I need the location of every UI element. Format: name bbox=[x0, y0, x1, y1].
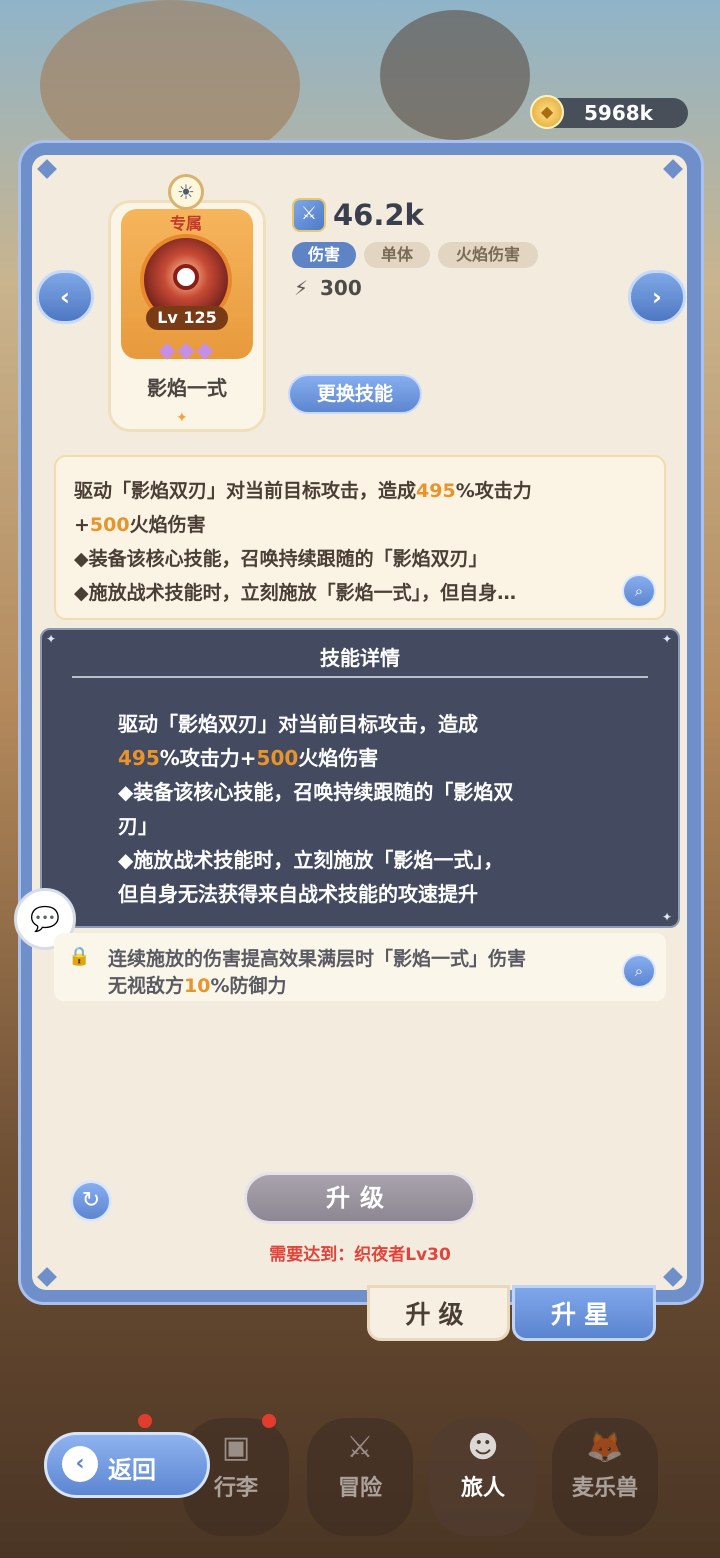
passive-text: %防御力 bbox=[210, 975, 287, 997]
description-line-3: ◆装备该核心技能，召唤持续跟随的「影焰双刃」 bbox=[74, 548, 488, 570]
tooltip-line-4: 刃」 bbox=[118, 814, 158, 838]
zoom-icon[interactable]: ⌕ bbox=[622, 954, 656, 988]
next-skill-button[interactable]: › bbox=[628, 270, 686, 324]
description-line-4: ◆施放战术技能时，立刻施放「影焰一式」，但自身… bbox=[74, 582, 517, 604]
tag-damage: 伤害 bbox=[292, 242, 356, 268]
passive-value: 10 bbox=[184, 975, 211, 997]
tooltip-line-1: 驱动「影焰双刃」对当前目标攻击，造成 bbox=[118, 712, 478, 736]
tooltip-title: 技能详情 bbox=[320, 646, 400, 670]
tab-star-up[interactable]: 升星 bbox=[512, 1285, 656, 1341]
tooltip-line-6: 但自身无法获得来自战术技能的攻速提升 bbox=[118, 882, 478, 906]
change-skill-button[interactable]: 更换技能 bbox=[288, 374, 422, 414]
zoom-icon[interactable]: ⌕ bbox=[622, 574, 656, 608]
tooltip-corner-icon: ✦ bbox=[662, 910, 673, 924]
description-value: 495 bbox=[416, 480, 456, 502]
description-text: %攻击力 bbox=[455, 480, 532, 502]
sword-shield-icon: ⚔ bbox=[292, 198, 326, 232]
reset-icon[interactable]: ↻ bbox=[70, 1180, 112, 1222]
tooltip-value: 500 bbox=[256, 746, 299, 770]
description-line-2: +500火焰伤害 bbox=[74, 510, 206, 537]
tab-upgrade[interactable]: 升级 bbox=[367, 1285, 510, 1341]
currency-display: ◆ 5968k bbox=[530, 95, 688, 129]
traveler-portrait-icon: ☻ bbox=[467, 1430, 499, 1465]
tag-fire-damage: 火焰伤害 bbox=[438, 242, 538, 268]
upgrade-requirement: 需要达到：织夜者Lv30 bbox=[269, 1245, 451, 1265]
passive-line-2: 无视敌方10%防御力 bbox=[108, 971, 287, 998]
notification-badge bbox=[138, 1414, 152, 1428]
lock-icon: 🔒 bbox=[68, 946, 91, 967]
upgrade-button[interactable]: 升级 bbox=[244, 1172, 476, 1224]
passive-line-1: 连续施放的伤害提高效果满层时「影焰一式」伤害 bbox=[108, 948, 527, 970]
star-rating: ◆◆◆ bbox=[158, 338, 216, 363]
tooltip-divider bbox=[72, 676, 648, 678]
background-hero-silhouette bbox=[380, 10, 530, 140]
description-value: 500 bbox=[89, 514, 130, 536]
fox-icon: 🦊 bbox=[586, 1430, 624, 1465]
nav-label-pet: 麦乐兽 bbox=[571, 1476, 638, 1501]
coin-icon: ◆ bbox=[530, 95, 564, 129]
passive-text: 无视敌方 bbox=[108, 975, 185, 997]
description-line-1: 驱动「影焰双刃」对当前目标攻击，造成495%攻击力 bbox=[74, 476, 532, 503]
notification-badge bbox=[262, 1414, 276, 1428]
lightning-icon: ⚡ bbox=[294, 276, 309, 300]
tooltip-text: %攻击力+ bbox=[159, 746, 257, 770]
back-label: 返回 bbox=[108, 1456, 156, 1484]
description-text: 驱动「影焰双刃」对当前目标攻击，造成 bbox=[74, 480, 417, 502]
tooltip-value: 495 bbox=[118, 746, 160, 770]
skill-level: Lv 125 bbox=[146, 306, 228, 330]
energy-cost: 300 bbox=[320, 276, 362, 300]
sun-icon: ☀ bbox=[168, 174, 204, 210]
tooltip-line-3: ◆装备该核心技能，召唤持续跟随的「影焰双 bbox=[118, 780, 514, 804]
tooltip-line-2: 495%攻击力+500火焰伤害 bbox=[118, 742, 378, 771]
description-text: + bbox=[74, 514, 90, 536]
back-arrow-icon: ‹ bbox=[62, 1446, 98, 1482]
nav-label-adventure: 冒险 bbox=[337, 1476, 382, 1501]
prev-skill-button[interactable]: ‹ bbox=[36, 270, 94, 324]
crossed-swords-icon: ⚔ bbox=[346, 1430, 374, 1465]
skill-name: 影焰一式 bbox=[147, 376, 227, 400]
skill-power: 46.2k bbox=[333, 198, 424, 232]
tooltip-text: 火焰伤害 bbox=[298, 746, 379, 770]
eye-icon bbox=[173, 264, 199, 290]
coin-amount: 5968k bbox=[584, 101, 653, 125]
nav-label-traveler: 旅人 bbox=[460, 1476, 505, 1501]
description-text: 火焰伤害 bbox=[129, 514, 206, 536]
gem-icon: ✦ bbox=[176, 410, 188, 426]
tooltip-line-5: ◆施放战术技能时，立刻施放「影焰一式」， bbox=[118, 848, 504, 872]
tag-single-target: 单体 bbox=[364, 242, 430, 268]
exclusive-label: 专属 bbox=[169, 214, 202, 233]
